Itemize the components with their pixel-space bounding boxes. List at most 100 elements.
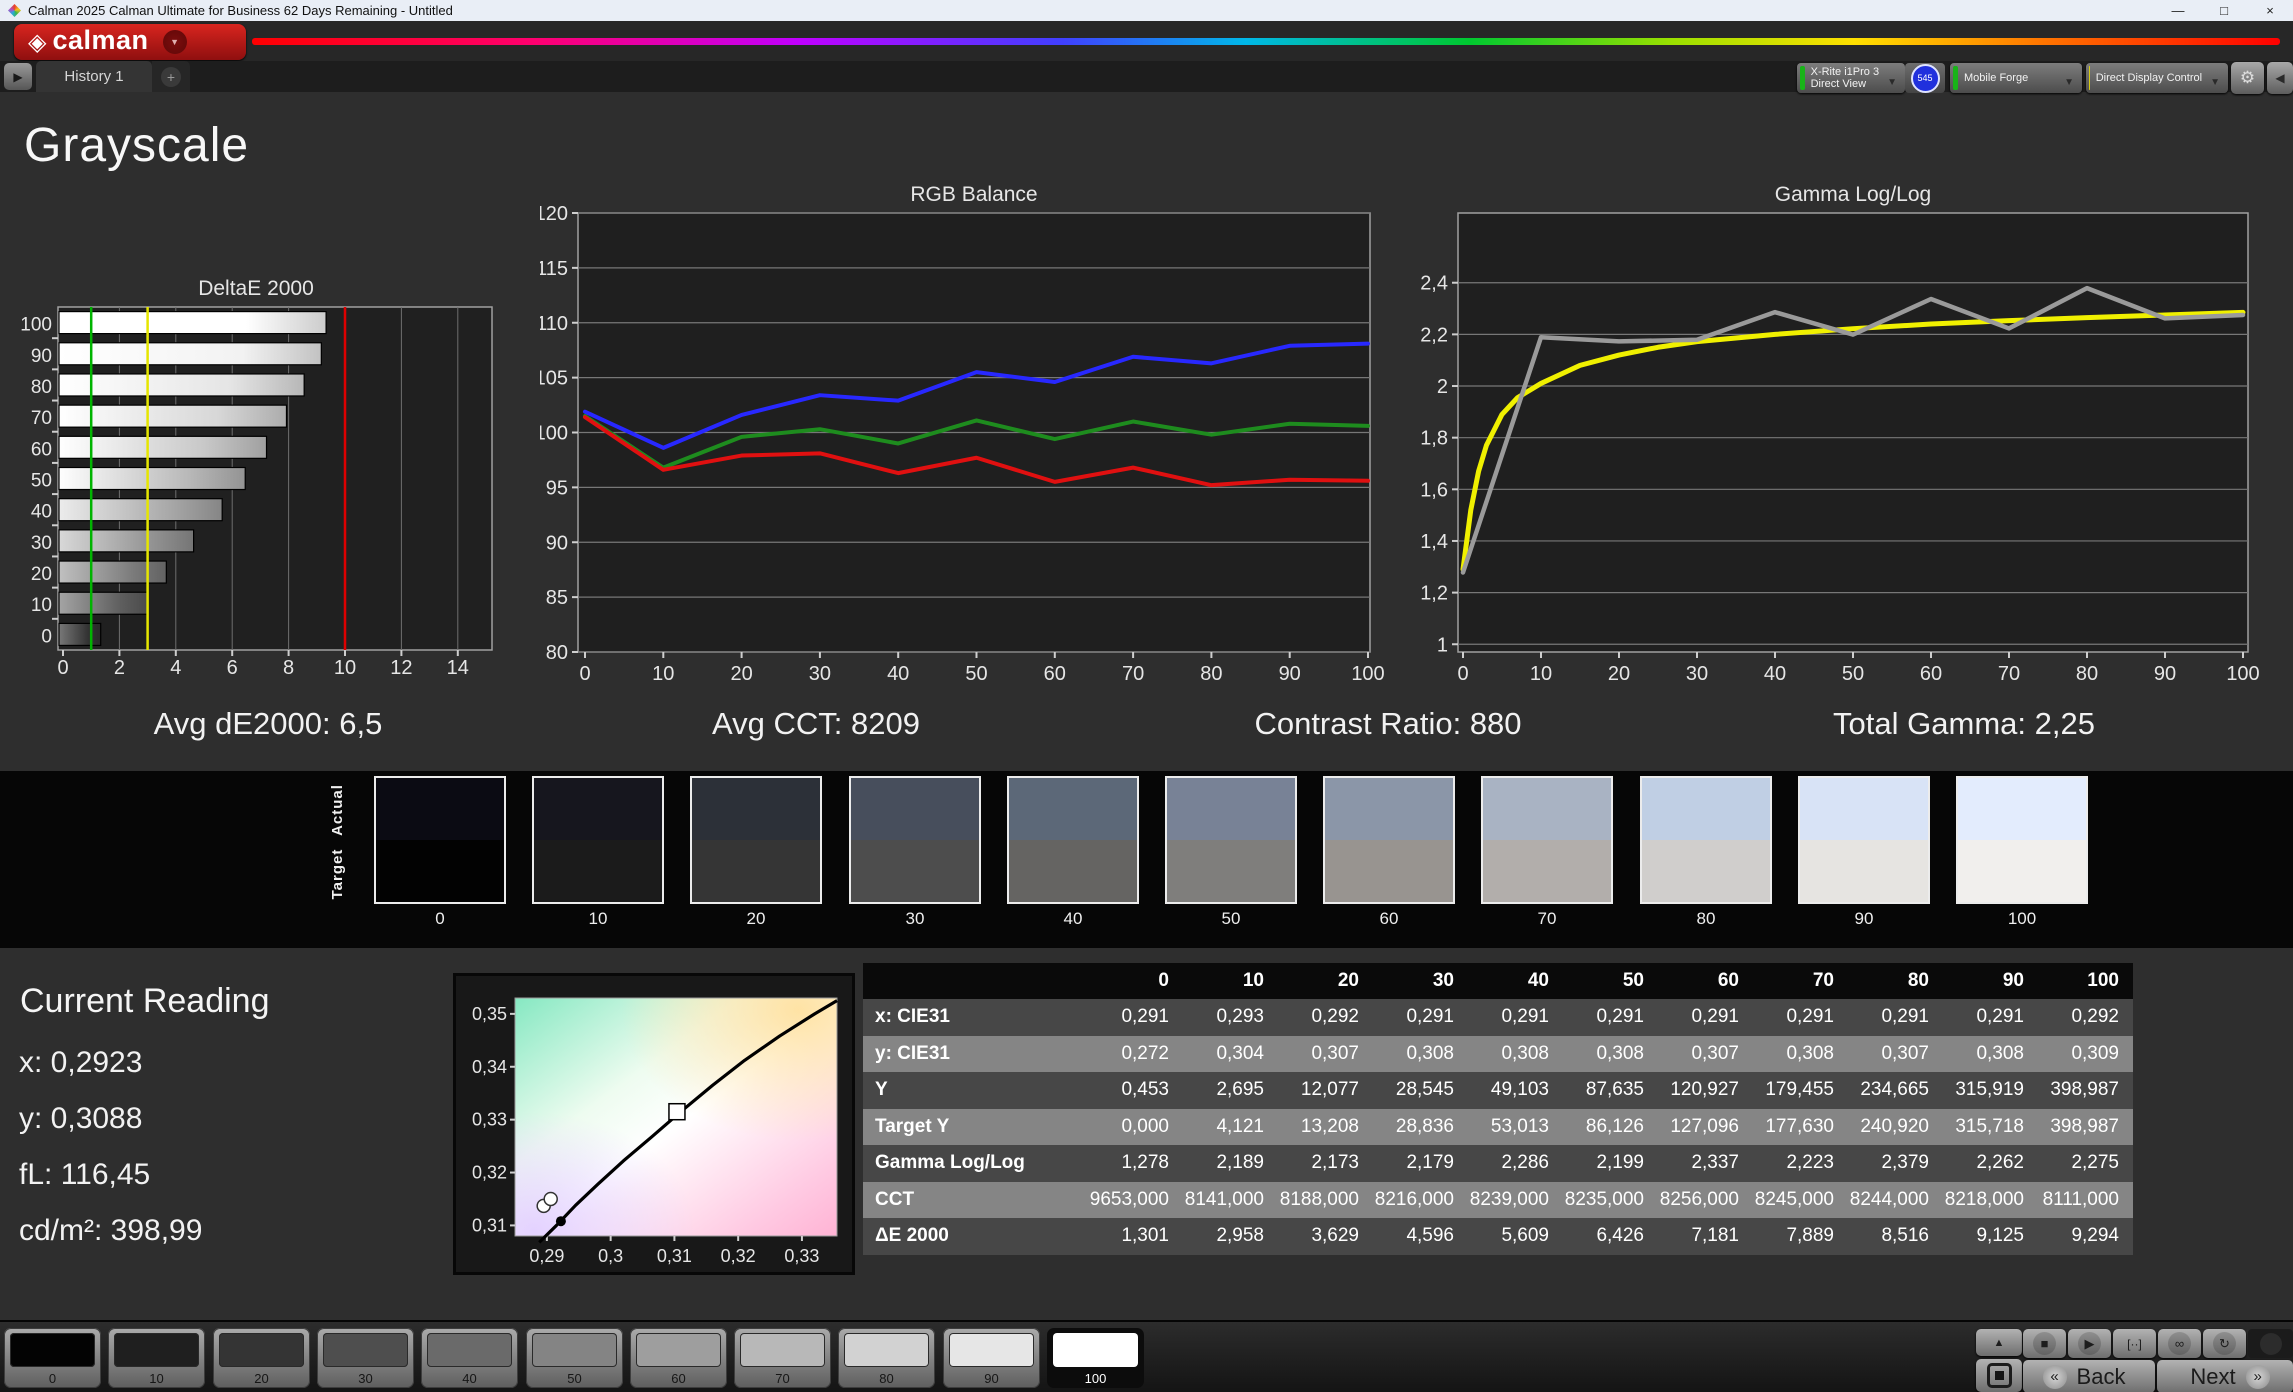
table-cell-CCT-40: 8239,000	[1469, 1188, 1549, 1210]
svg-text:0,31: 0,31	[472, 1215, 507, 1235]
display-control-select[interactable]: Direct Display Control ▼	[2086, 63, 2228, 93]
svg-text:60: 60	[1044, 663, 1066, 685]
maximize-button[interactable]: □	[2201, 0, 2247, 21]
patch-button-30[interactable]: 30	[317, 1328, 414, 1388]
table-cell-x-CIE31-0: 0,291	[1121, 1006, 1169, 1028]
table-cell-Y-100: 398,987	[2050, 1079, 2119, 1101]
table-row: x: CIE31 0,291 0,293 0,292 0,291 0,291 0,291 0,…	[863, 999, 2133, 1036]
continuous-measure-button[interactable]: ∞	[2158, 1329, 2201, 1358]
stop-button[interactable]: ■	[2023, 1329, 2066, 1358]
settings-gear-button[interactable]: ⚙	[2231, 62, 2264, 94]
patch-button-20[interactable]: 20	[213, 1328, 310, 1388]
svg-text:0,32: 0,32	[721, 1246, 756, 1266]
table-cell-Y-70: 179,455	[1765, 1079, 1834, 1101]
patch-label-30: 30	[358, 1371, 373, 1386]
patch-button-40[interactable]: 40	[421, 1328, 518, 1388]
svg-text:0: 0	[579, 663, 590, 685]
meter-select[interactable]: X-Rite i1Pro 3 Direct View ▼	[1797, 63, 1905, 93]
back-button[interactable]: « Back	[2023, 1360, 2155, 1392]
patch-button-100[interactable]: 100	[1047, 1328, 1144, 1388]
swatch-20-actual	[692, 778, 820, 840]
back-chevrons-icon: «	[2042, 1364, 2067, 1389]
table-cell-Gamma-Log-Log-30: 2,179	[1406, 1152, 1454, 1174]
svg-text:90: 90	[1279, 663, 1301, 685]
calman-logo-button[interactable]: ◈ calman ▼	[14, 24, 246, 60]
patch-swatch-100	[1053, 1333, 1138, 1367]
table-cell-Y-80: 234,665	[1860, 1079, 1929, 1101]
minimize-button[interactable]: —	[2155, 0, 2201, 21]
swatch-70	[1481, 776, 1613, 904]
swatch-70-target	[1483, 840, 1611, 902]
svg-text:1,4: 1,4	[1420, 531, 1448, 553]
swatch-30-target	[851, 840, 979, 902]
meter-name: X-Rite i1Pro 3	[1810, 66, 1880, 78]
svg-text:50: 50	[31, 471, 52, 492]
table-col-header-10: 10	[1242, 970, 1264, 991]
pattern-window-button[interactable]: [··]	[2113, 1329, 2156, 1358]
svg-text:14: 14	[447, 657, 469, 679]
table-cell-Target-Y-0: 0,000	[1121, 1115, 1169, 1137]
play-button[interactable]: ▶	[2068, 1329, 2111, 1358]
patch-button-50[interactable]: 50	[526, 1328, 623, 1388]
table-row: Gamma Log/Log 1,278 2,189 2,173 2,179 2,286 2,…	[863, 1145, 2133, 1182]
svg-text:10: 10	[334, 657, 356, 679]
collapse-panel-button[interactable]: ◀	[2267, 62, 2293, 94]
table-cell-Gamma-Log-Log-10: 2,189	[1216, 1152, 1264, 1174]
table-cell-Y-0: 0,453	[1121, 1079, 1169, 1101]
meter-badge[interactable]: 545	[1905, 63, 1945, 93]
svg-text:0,33: 0,33	[472, 1110, 507, 1130]
deltae-bar-50	[58, 466, 246, 491]
table-cell--E-2000-0: 1,301	[1121, 1225, 1169, 1247]
table-cell-Gamma-Log-Log-20: 2,173	[1311, 1152, 1359, 1174]
close-button[interactable]: ×	[2247, 0, 2293, 21]
table-cell--E-2000-20: 3,629	[1311, 1225, 1359, 1247]
patch-label-60: 60	[671, 1371, 686, 1386]
patch-label-10: 10	[149, 1371, 164, 1386]
refresh-button[interactable]: ↻	[2203, 1329, 2246, 1358]
table-cell-CCT-80: 8244,000	[1849, 1188, 1929, 1210]
svg-text:80: 80	[1200, 663, 1222, 685]
svg-text:20: 20	[730, 663, 752, 685]
svg-text:90: 90	[2154, 663, 2176, 685]
patch-button-10[interactable]: 10	[108, 1328, 205, 1388]
table-col-header-60: 60	[1717, 970, 1739, 991]
patch-button-0[interactable]: 0	[4, 1328, 101, 1388]
swatch-100-actual	[1958, 778, 2086, 840]
next-button[interactable]: Next »	[2157, 1360, 2293, 1392]
svg-text:0: 0	[1457, 663, 1468, 685]
capture-square-icon	[1986, 1363, 2012, 1388]
svg-text:80: 80	[31, 377, 52, 398]
table-row-label: ΔE 2000	[875, 1225, 949, 1247]
table-col-header-90: 90	[2002, 970, 2024, 991]
source-select[interactable]: Mobile Forge ▼	[1950, 63, 2082, 93]
svg-text:DeltaE 2000: DeltaE 2000	[198, 277, 314, 300]
table-cell-Y-90: 315,919	[1955, 1079, 2024, 1101]
deltae-bar-20	[58, 560, 167, 584]
deltae-bar-90	[58, 342, 322, 366]
meter-mode: Direct View	[1810, 78, 1867, 90]
svg-text:50: 50	[1842, 663, 1864, 685]
patch-button-70[interactable]: 70	[734, 1328, 831, 1388]
patch-button-60[interactable]: 60	[630, 1328, 727, 1388]
swatch-100	[1956, 776, 2088, 904]
swatch-80-target	[1642, 840, 1770, 902]
pattern-up-button[interactable]: ▲	[1976, 1329, 2022, 1356]
capture-button[interactable]	[1976, 1359, 2022, 1392]
svg-text:20: 20	[1608, 663, 1630, 685]
patch-label-40: 40	[462, 1371, 477, 1386]
swatch-90	[1798, 776, 1930, 904]
table-cell-Y-60: 120,927	[1670, 1079, 1739, 1101]
svg-text:10: 10	[1530, 663, 1552, 685]
table-cell-y-CIE31-70: 0,308	[1786, 1042, 1834, 1064]
add-tab-button[interactable]: +	[152, 61, 190, 92]
history-nav-button[interactable]: ▶	[4, 63, 32, 90]
tab-history-1[interactable]: History 1	[36, 61, 152, 92]
patch-button-90[interactable]: 90	[943, 1328, 1040, 1388]
patch-button-80[interactable]: 80	[838, 1328, 935, 1388]
svg-text:115: 115	[540, 258, 568, 280]
logo-menu-chevron-icon[interactable]: ▼	[162, 30, 187, 54]
window-title: Calman 2025 Calman Ultimate for Business…	[28, 3, 453, 18]
patch-swatch-70	[740, 1333, 825, 1367]
swatch-label-30: 30	[905, 909, 925, 928]
swatch-100-target	[1958, 840, 2086, 902]
